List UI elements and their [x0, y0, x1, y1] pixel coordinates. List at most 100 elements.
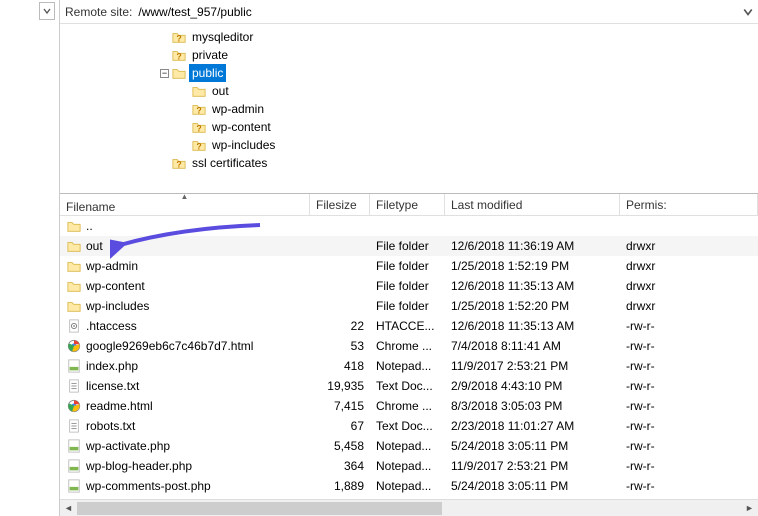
question-icon: ?	[192, 102, 206, 116]
chrome-icon	[66, 338, 82, 354]
tree-label[interactable]: ssl certificates	[189, 154, 270, 172]
file-type: Chrome ...	[370, 399, 445, 413]
file-permissions: -rw-r-	[620, 319, 758, 333]
scroll-right-button[interactable]: ►	[741, 500, 758, 516]
tree-label[interactable]: out	[209, 82, 232, 100]
file-row[interactable]: index.php 418 Notepad... 11/9/2017 2:53:…	[60, 356, 758, 376]
file-modified: 11/9/2017 2:53:21 PM	[445, 459, 620, 473]
tree-label[interactable]: wp-content	[209, 118, 274, 136]
collapse-icon[interactable]: −	[160, 69, 169, 78]
file-type: Notepad...	[370, 459, 445, 473]
col-permissions[interactable]: Permis:	[620, 194, 758, 215]
php-icon	[66, 478, 82, 494]
file-modified: 12/6/2018 11:36:19 AM	[445, 239, 620, 253]
file-row[interactable]: wp-content File folder 12/6/2018 11:35:1…	[60, 276, 758, 296]
col-filename[interactable]: Filename	[66, 200, 303, 214]
file-size: 364	[310, 459, 370, 473]
file-type: Notepad...	[370, 439, 445, 453]
tree-node[interactable]: ? private	[70, 46, 758, 64]
file-type: Text Doc...	[370, 419, 445, 433]
scroll-thumb[interactable]	[77, 502, 442, 515]
remote-path-input[interactable]	[138, 5, 737, 19]
file-size: 418	[310, 359, 370, 373]
col-modified[interactable]: Last modified	[445, 194, 620, 215]
file-list-header[interactable]: ▲ Filename Filesize Filetype Last modifi…	[60, 194, 758, 216]
tree-node[interactable]: ?mysqleditor	[70, 28, 758, 46]
folder-icon	[66, 238, 82, 254]
file-row[interactable]: robots.txt 67 Text Doc... 2/23/2018 11:0…	[60, 416, 758, 436]
file-row[interactable]: wp-includes File folder 1/25/2018 1:52:2…	[60, 296, 758, 316]
file-modified: 2/23/2018 11:01:27 AM	[445, 419, 620, 433]
conf-icon	[66, 318, 82, 334]
file-name: wp-activate.php	[86, 439, 170, 453]
file-permissions: -rw-r-	[620, 419, 758, 433]
tree-node[interactable]: ?wp-includes	[70, 136, 758, 154]
tree-node[interactable]: ? ssl certificates	[70, 154, 758, 172]
file-name: out	[86, 239, 103, 253]
txt-icon	[66, 378, 82, 394]
tree-label[interactable]: mysqleditor	[189, 28, 256, 46]
php-icon	[66, 438, 82, 454]
tree-label[interactable]: wp-includes	[209, 136, 278, 154]
file-modified: 1/25/2018 1:52:20 PM	[445, 299, 620, 313]
file-name: robots.txt	[86, 419, 135, 433]
file-type: Text Doc...	[370, 379, 445, 393]
left-dropdown-button[interactable]	[39, 2, 55, 20]
tree-node[interactable]: ?wp-admin	[70, 100, 758, 118]
file-name: wp-comments-post.php	[86, 479, 211, 493]
svg-text:?: ?	[176, 159, 181, 169]
php-icon	[66, 458, 82, 474]
file-permissions: -rw-r-	[620, 379, 758, 393]
file-row[interactable]: ..	[60, 216, 758, 236]
chevron-down-icon[interactable]	[743, 7, 753, 17]
tree-label[interactable]: wp-admin	[209, 100, 267, 118]
scroll-track[interactable]	[77, 500, 741, 516]
file-permissions: -rw-r-	[620, 479, 758, 493]
file-row[interactable]: wp-activate.php 5,458 Notepad... 5/24/20…	[60, 436, 758, 456]
file-type: File folder	[370, 239, 445, 253]
file-modified: 5/24/2018 3:05:11 PM	[445, 479, 620, 493]
file-row[interactable]: readme.html 7,415 Chrome ... 8/3/2018 3:…	[60, 396, 758, 416]
file-modified: 2/9/2018 4:43:10 PM	[445, 379, 620, 393]
folder-icon	[66, 298, 82, 314]
file-size: 1,889	[310, 479, 370, 493]
file-row[interactable]: google9269eb6c7c46b7d7.html 53 Chrome ..…	[60, 336, 758, 356]
file-permissions: drwxr	[620, 279, 758, 293]
tree-node[interactable]: out	[70, 82, 758, 100]
file-row[interactable]: out File folder 12/6/2018 11:36:19 AM dr…	[60, 236, 758, 256]
folder-up-icon	[66, 218, 82, 234]
file-permissions: -rw-r-	[620, 359, 758, 373]
remote-site-label: Remote site:	[65, 5, 132, 19]
file-size: 22	[310, 319, 370, 333]
file-size: 19,935	[310, 379, 370, 393]
question-icon: ?	[192, 120, 206, 134]
file-size: 67	[310, 419, 370, 433]
tree-node[interactable]: ?wp-content	[70, 118, 758, 136]
file-row[interactable]: .htaccess 22 HTACCE... 12/6/2018 11:35:1…	[60, 316, 758, 336]
chevron-down-icon	[43, 7, 51, 15]
file-type: File folder	[370, 279, 445, 293]
file-row[interactable]: wp-admin File folder 1/25/2018 1:52:19 P…	[60, 256, 758, 276]
col-filetype[interactable]: Filetype	[370, 194, 445, 215]
tree-label[interactable]: private	[189, 46, 231, 64]
file-modified: 11/9/2017 2:53:21 PM	[445, 359, 620, 373]
file-type: File folder	[370, 259, 445, 273]
file-permissions: drwxr	[620, 239, 758, 253]
file-name: wp-includes	[86, 299, 149, 313]
svg-text:?: ?	[176, 51, 181, 61]
folder-icon	[66, 258, 82, 274]
horizontal-scrollbar[interactable]: ◄ ►	[60, 499, 758, 516]
file-list-body[interactable]: .. out File folder 12/6/2018 11:36:19 AM…	[60, 216, 758, 499]
file-name: index.php	[86, 359, 138, 373]
file-modified: 7/4/2018 8:11:41 AM	[445, 339, 620, 353]
remote-tree[interactable]: ?mysqleditor?private−publicout?wp-admin?…	[60, 24, 758, 194]
file-size: 53	[310, 339, 370, 353]
col-filesize[interactable]: Filesize	[310, 194, 370, 215]
file-row[interactable]: license.txt 19,935 Text Doc... 2/9/2018 …	[60, 376, 758, 396]
file-type: File folder	[370, 299, 445, 313]
tree-node[interactable]: − public	[70, 64, 758, 82]
tree-label[interactable]: public	[189, 64, 226, 82]
file-row[interactable]: wp-comments-post.php 1,889 Notepad... 5/…	[60, 476, 758, 496]
file-row[interactable]: wp-blog-header.php 364 Notepad... 11/9/2…	[60, 456, 758, 476]
scroll-left-button[interactable]: ◄	[60, 500, 77, 516]
